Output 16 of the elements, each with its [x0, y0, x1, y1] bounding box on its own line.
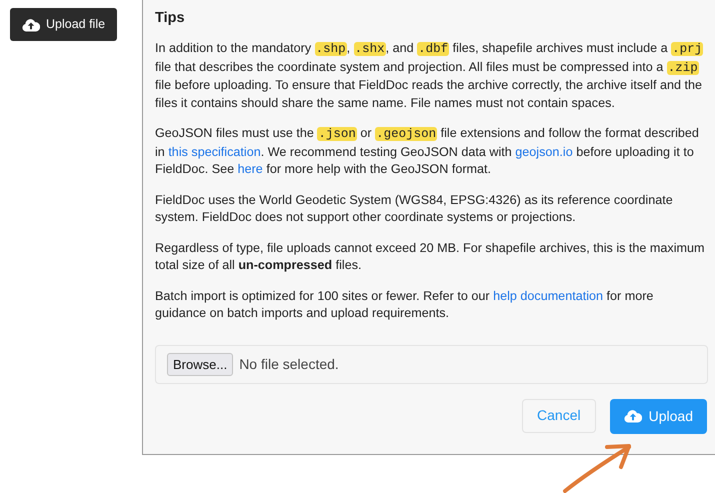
browse-button[interactable]: Browse... — [167, 352, 234, 376]
tip-paragraph: GeoJSON files must use the .json or .geojson file extensions and follow the format described in this specification. We recommend testing GeoJSON data with geojson.io before uploading it to FieldDoc. See here for more help with the GeoJSON format. — [155, 125, 700, 178]
link[interactable]: here — [238, 162, 263, 176]
tip-paragraph: Regardless of type, file uploads cannot exceed 20 MB. For shapefile archives, this is the maximum total size of all un-compressed files. — [155, 240, 706, 274]
tips-heading: Tips — [155, 10, 186, 28]
upload-file-button[interactable]: Upload file — [10, 8, 118, 41]
tip-paragraph: In addition to the mandatory .shp, .shx, and .dbf files, shapefile archives must include a .prj file that describes the coordinate system and projection. All files must be compressed into a .zip file before uploading. To ensure that FieldDoc reads the archive correctly, the archive itself and the files it contains should share the same name. File names must not contain spaces. — [155, 40, 704, 112]
tip-paragraph: Batch import is optimized for 100 sites or fewer. Refer to our help documentation for more guidance on batch imports and upload requirements. — [155, 288, 654, 322]
upload-button[interactable]: Upload — [610, 398, 707, 434]
file-status-text: No file selected. — [239, 354, 339, 374]
link[interactable]: geojson.io — [515, 144, 573, 159]
tip-paragraph: FieldDoc uses the World Geodetic System (WGS84, EPSG:4326) as its reference coordinate system. FieldDoc does not support other coordinate systems or projections. — [155, 192, 674, 226]
file-input-field[interactable]: Browse... No file selected. — [155, 344, 708, 384]
link[interactable]: this specification — [168, 144, 261, 159]
cancel-button[interactable]: Cancel — [522, 398, 596, 433]
link[interactable]: help documentation — [493, 288, 604, 303]
